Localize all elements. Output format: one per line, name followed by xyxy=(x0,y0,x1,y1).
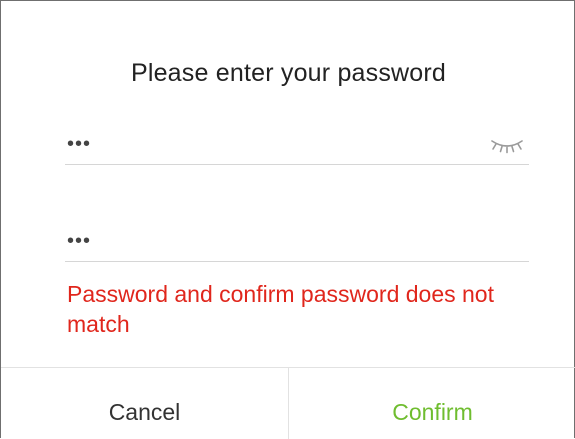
password-field[interactable] xyxy=(65,125,529,165)
confirm-password-input[interactable] xyxy=(67,226,467,256)
password-input[interactable] xyxy=(67,129,467,159)
dialog-footer: Cancel Confirm xyxy=(1,367,575,439)
cancel-button[interactable]: Cancel xyxy=(1,368,289,439)
dialog-title: Please enter your password xyxy=(130,59,447,87)
eye-closed-icon[interactable] xyxy=(489,136,525,156)
password-dialog: Please enter your password Password and … xyxy=(0,0,575,439)
confirm-password-field[interactable] xyxy=(65,222,529,262)
error-message: Password and confirm password does not m… xyxy=(67,281,494,337)
confirm-button[interactable]: Confirm xyxy=(289,368,575,439)
